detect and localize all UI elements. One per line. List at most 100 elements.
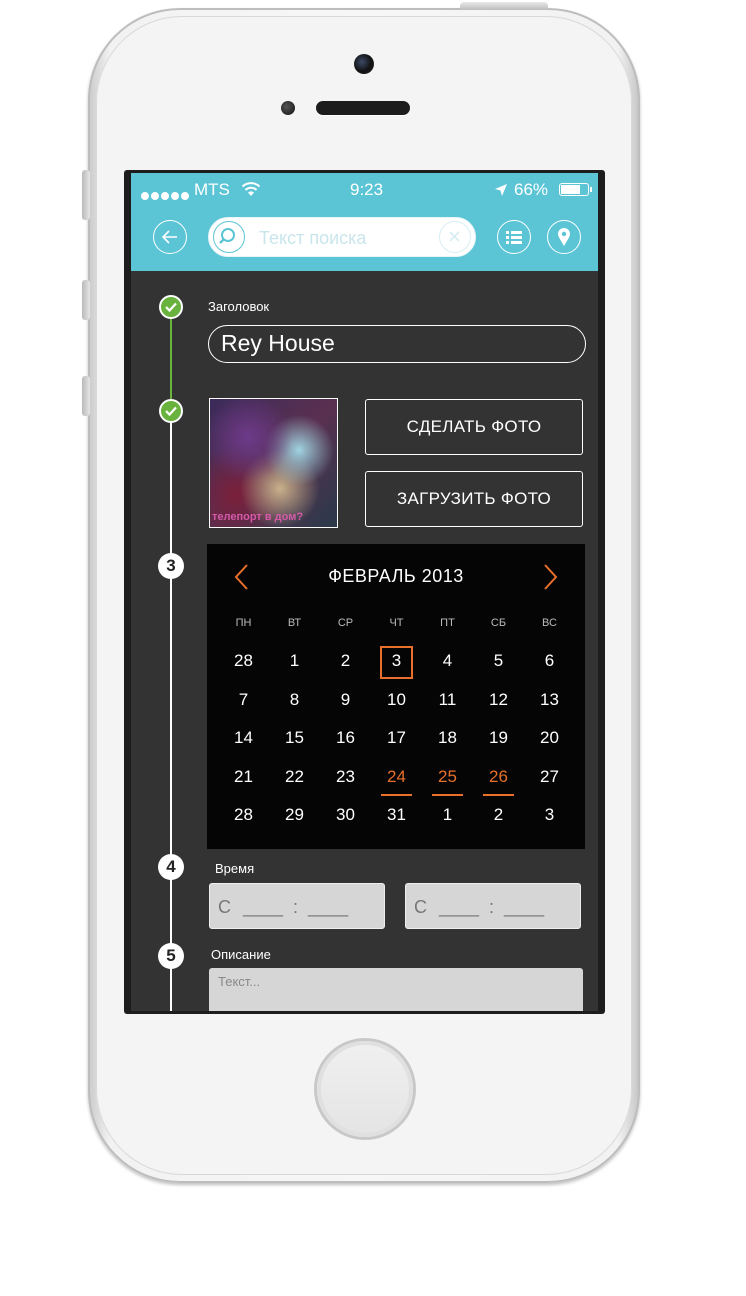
wifi-icon bbox=[241, 182, 261, 196]
time-to-prefix: С bbox=[414, 897, 427, 917]
carrier-label: MTS bbox=[194, 180, 230, 199]
description-input[interactable]: Текст... bbox=[209, 968, 583, 1011]
calendar-day[interactable]: 30 bbox=[320, 805, 371, 825]
calendar-day[interactable]: 6 bbox=[524, 651, 575, 671]
calendar-day[interactable]: 7 bbox=[218, 690, 269, 710]
location-arrow-icon bbox=[495, 184, 507, 196]
map-pin-icon bbox=[558, 228, 570, 246]
map-view-button[interactable] bbox=[547, 220, 581, 254]
arrow-left-icon bbox=[162, 230, 177, 244]
time-to-field[interactable]: С ____ : ____ bbox=[405, 883, 581, 929]
calendar-day[interactable]: 13 bbox=[524, 690, 575, 710]
chevron-right-icon bbox=[544, 564, 558, 590]
time-label: Время bbox=[215, 861, 255, 876]
timeline-done-line bbox=[170, 307, 172, 411]
app-header: MTS 9:23 66% Текст поиска bbox=[131, 173, 598, 271]
time-from-prefix: С bbox=[218, 897, 231, 917]
calendar-day[interactable]: 31 bbox=[371, 805, 422, 825]
front-camera bbox=[354, 54, 374, 74]
calendar-day[interactable]: 12 bbox=[473, 690, 524, 710]
calendar-day[interactable]: 4 bbox=[422, 651, 473, 671]
calendar-day[interactable]: 21 bbox=[218, 767, 269, 787]
search-icon bbox=[219, 228, 235, 244]
step-2-done bbox=[159, 399, 183, 423]
step-3-number: 3 bbox=[158, 553, 184, 579]
weekday-header: ПТ bbox=[440, 617, 455, 629]
step-1-done bbox=[159, 295, 183, 319]
earpiece-speaker bbox=[316, 101, 410, 115]
weekday-header: ВТ bbox=[287, 617, 302, 629]
search-field[interactable]: Текст поиска bbox=[208, 217, 476, 257]
upload-photo-button[interactable]: ЗАГРУЗИТЬ ФОТО bbox=[365, 471, 583, 527]
close-icon bbox=[449, 231, 460, 242]
calendar-day[interactable]: 18 bbox=[422, 728, 473, 748]
calendar-month-label: ФЕВРАЛЬ 2013 bbox=[328, 566, 464, 586]
calendar-day[interactable]: 20 bbox=[524, 728, 575, 748]
calendar-day[interactable]: 29 bbox=[269, 805, 320, 825]
weekday-header: ПН bbox=[235, 617, 252, 629]
calendar-day[interactable]: 2 bbox=[473, 805, 524, 825]
calendar-day[interactable]: 1 bbox=[269, 651, 320, 671]
time-from-field[interactable]: С ____ : ____ bbox=[209, 883, 385, 929]
list-view-button[interactable] bbox=[497, 220, 531, 254]
calendar-day[interactable]: 17 bbox=[371, 728, 422, 748]
weekday-header: СР bbox=[337, 617, 354, 629]
list-icon bbox=[506, 231, 522, 244]
calendar-day[interactable]: 28 bbox=[218, 805, 269, 825]
app: MTS 9:23 66% Текст поиска 3 4 5 Заголово… bbox=[131, 173, 598, 1011]
weekday-header: ЧТ bbox=[389, 617, 404, 629]
title-input[interactable]: Rey House bbox=[208, 325, 586, 363]
clear-search-button[interactable] bbox=[439, 221, 471, 253]
signal-dots-icon bbox=[141, 185, 191, 205]
calendar-day[interactable]: 3 bbox=[524, 805, 575, 825]
step-4-number: 4 bbox=[158, 854, 184, 880]
search-icon-button[interactable] bbox=[213, 221, 245, 253]
calendar-day[interactable]: 9 bbox=[320, 690, 371, 710]
calendar-day[interactable]: 11 bbox=[422, 690, 473, 710]
calendar-day[interactable]: 27 bbox=[524, 767, 575, 787]
photo-thumbnail: телепорт в дом? bbox=[209, 398, 338, 528]
calendar-next-button[interactable] bbox=[542, 563, 558, 598]
calendar-day[interactable]: 22 bbox=[269, 767, 320, 787]
clock-label: 9:23 bbox=[350, 180, 384, 199]
volume-down-button bbox=[82, 376, 90, 416]
description-label: Описание bbox=[211, 947, 271, 962]
calendar-day[interactable]: 16 bbox=[320, 728, 371, 748]
calendar-day[interactable]: 5 bbox=[473, 651, 524, 671]
checkmark-icon bbox=[165, 302, 177, 313]
photo-caption: телепорт в дом? bbox=[212, 511, 304, 523]
time-from-value: ____ : ____ bbox=[243, 897, 349, 917]
calendar-day[interactable]: 23 bbox=[320, 767, 371, 787]
volume-up-button bbox=[82, 280, 90, 320]
calendar-day[interactable]: 1 bbox=[422, 805, 473, 825]
calendar-day[interactable]: 28 bbox=[218, 651, 269, 671]
calendar-day[interactable]: 10 bbox=[371, 690, 422, 710]
calendar-day-highlighted[interactable]: 24 bbox=[371, 767, 422, 796]
step-5-number: 5 bbox=[158, 943, 184, 969]
calendar: ФЕВРАЛЬ 2013 ПН ВТ СР ЧТ ПТ СБ ВС 28 1 2 3 4 5 6 7 8 9 10… bbox=[207, 544, 585, 849]
timeline-line bbox=[170, 411, 172, 1011]
calendar-day-highlighted[interactable]: 25 bbox=[422, 767, 473, 796]
calendar-day-highlighted[interactable]: 26 bbox=[473, 767, 524, 796]
take-photo-button[interactable]: СДЕЛАТЬ ФОТО bbox=[365, 399, 583, 455]
proximity-sensor bbox=[281, 101, 295, 115]
search-input[interactable]: Текст поиска bbox=[259, 228, 366, 249]
weekday-header: ВС bbox=[542, 617, 557, 629]
title-label: Заголовок bbox=[208, 299, 270, 314]
calendar-day[interactable]: 19 bbox=[473, 728, 524, 748]
home-button[interactable] bbox=[317, 1041, 413, 1137]
calendar-day[interactable]: 15 bbox=[269, 728, 320, 748]
back-button[interactable] bbox=[153, 220, 187, 254]
calendar-day-today[interactable]: 3 bbox=[371, 651, 422, 671]
time-to-value: ____ : ____ bbox=[439, 897, 545, 917]
status-bar: MTS 9:23 66% bbox=[131, 173, 598, 207]
screen: MTS 9:23 66% Текст поиска 3 4 5 Заголово… bbox=[124, 170, 605, 1014]
weekday-header: СБ bbox=[490, 617, 507, 629]
mute-switch bbox=[82, 170, 90, 220]
calendar-day[interactable]: 8 bbox=[269, 690, 320, 710]
checkmark-icon bbox=[165, 406, 177, 417]
battery-icon bbox=[559, 183, 592, 196]
battery-percent: 66% bbox=[514, 180, 549, 199]
calendar-day[interactable]: 14 bbox=[218, 728, 269, 748]
calendar-day[interactable]: 2 bbox=[320, 651, 371, 671]
